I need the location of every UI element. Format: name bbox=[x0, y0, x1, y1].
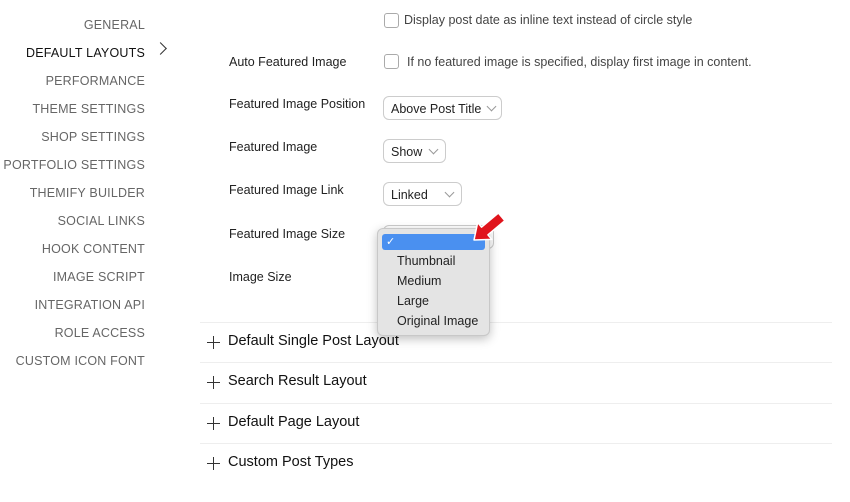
auto-featured-checkbox[interactable] bbox=[384, 54, 399, 69]
section-title: Search Result Layout bbox=[228, 373, 367, 389]
chevron-down-icon bbox=[486, 101, 497, 112]
image-size-label: Image Size bbox=[229, 270, 292, 284]
nav-default-layouts[interactable]: DEFAULT LAYOUTS bbox=[26, 46, 145, 60]
post-date-checkbox[interactable] bbox=[384, 13, 399, 28]
chevron-right-icon bbox=[154, 42, 167, 55]
nav-integration-api[interactable]: INTEGRATION API bbox=[35, 298, 145, 312]
position-value: Above Post Title bbox=[391, 102, 482, 116]
plus-icon bbox=[207, 336, 220, 349]
link-label: Featured Image Link bbox=[229, 183, 344, 197]
plus-icon bbox=[207, 376, 220, 389]
nav-hook-content[interactable]: HOOK CONTENT bbox=[42, 242, 145, 256]
size-dropdown-menu: ✓ Thumbnail Medium Large Original Image bbox=[377, 228, 490, 336]
position-label: Featured Image Position bbox=[229, 97, 366, 111]
section-custom-post-types[interactable]: Custom Post Types bbox=[200, 443, 832, 484]
nav-image-script[interactable]: IMAGE SCRIPT bbox=[53, 270, 145, 284]
nav-shop-settings[interactable]: SHOP SETTINGS bbox=[41, 130, 145, 144]
chevron-down-icon bbox=[428, 144, 439, 155]
chevron-down-icon bbox=[444, 187, 455, 198]
dropdown-option-large[interactable]: Large bbox=[397, 294, 429, 308]
section-title: Default Page Layout bbox=[228, 414, 360, 430]
size-label: Featured Image Size bbox=[229, 227, 346, 241]
position-select[interactable]: Above Post Title bbox=[383, 96, 502, 120]
plus-icon bbox=[207, 457, 220, 470]
section-search-result-layout[interactable]: Search Result Layout bbox=[200, 362, 832, 403]
post-date-checkbox-label: Display post date as inline text instead… bbox=[404, 13, 693, 27]
dropdown-option-original-image[interactable]: Original Image bbox=[397, 314, 478, 328]
auto-featured-checkbox-label: If no featured image is specified, displ… bbox=[407, 55, 752, 69]
nav-custom-icon-font[interactable]: CUSTOM ICON FONT bbox=[16, 354, 145, 368]
nav-portfolio-settings[interactable]: PORTFOLIO SETTINGS bbox=[3, 158, 145, 172]
dropdown-option-medium[interactable]: Medium bbox=[397, 274, 441, 288]
featured-image-select[interactable]: Show bbox=[383, 139, 446, 163]
auto-featured-label: Auto Featured Image bbox=[229, 55, 347, 69]
nav-theme-settings[interactable]: THEME SETTINGS bbox=[32, 102, 145, 116]
nav-social-links[interactable]: SOCIAL LINKS bbox=[58, 214, 145, 228]
featured-image-value: Show bbox=[391, 145, 423, 159]
section-default-single-post-layout[interactable]: Default Single Post Layout bbox=[200, 322, 832, 363]
nav-general[interactable]: GENERAL bbox=[84, 18, 145, 32]
nav-themify-builder[interactable]: THEMIFY BUILDER bbox=[30, 186, 145, 200]
section-default-page-layout[interactable]: Default Page Layout bbox=[200, 403, 832, 444]
dropdown-option-thumbnail[interactable]: Thumbnail bbox=[397, 254, 455, 268]
red-arrow-annotation-icon bbox=[473, 212, 506, 241]
nav-performance[interactable]: PERFORMANCE bbox=[46, 74, 145, 88]
featured-image-label: Featured Image bbox=[229, 140, 318, 154]
nav-role-access[interactable]: ROLE ACCESS bbox=[55, 326, 145, 340]
section-title: Custom Post Types bbox=[228, 454, 354, 470]
link-select[interactable]: Linked bbox=[383, 182, 462, 206]
section-title: Default Single Post Layout bbox=[228, 333, 399, 349]
plus-icon bbox=[207, 417, 220, 430]
link-value: Linked bbox=[391, 188, 428, 202]
